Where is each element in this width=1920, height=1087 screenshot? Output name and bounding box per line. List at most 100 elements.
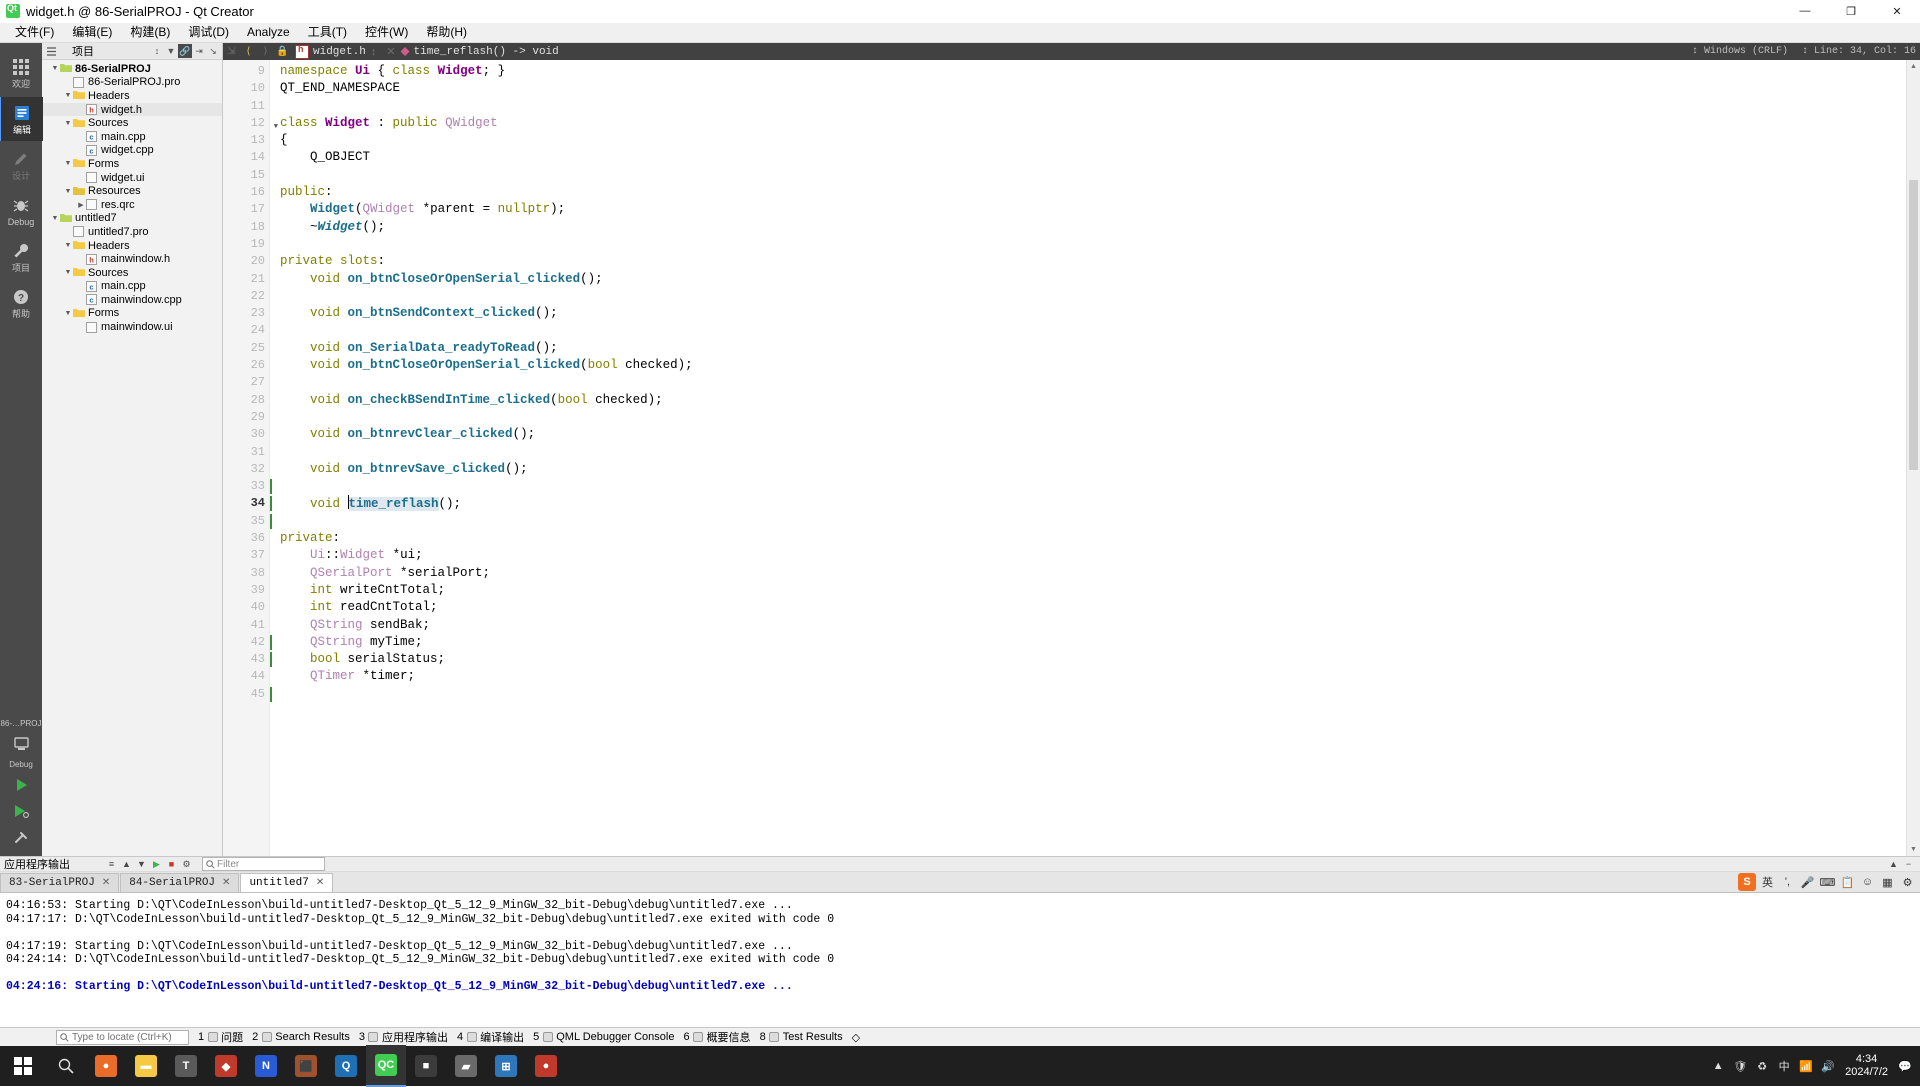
- sogou-logo-icon[interactable]: S: [1738, 873, 1756, 891]
- menu-window[interactable]: 控件(W): [356, 23, 417, 42]
- taskbar-pdf-icon[interactable]: ⬛: [286, 1046, 326, 1086]
- mode-帮助[interactable]: ? 帮助: [0, 281, 42, 325]
- filter-icon[interactable]: ▼: [164, 44, 178, 58]
- locator-input[interactable]: Type to locate (Ctrl+K): [56, 1029, 189, 1045]
- tree-item-Forms[interactable]: ▼ Forms: [42, 157, 222, 171]
- symbol-selector[interactable]: time_reflash() -> void: [400, 46, 559, 58]
- stop-icon[interactable]: ■: [164, 858, 179, 871]
- keyboard-icon[interactable]: ⌨: [1819, 874, 1836, 891]
- tree-item-Resources[interactable]: ▼ Resources: [42, 184, 222, 198]
- rerun-icon[interactable]: ▶: [149, 858, 164, 871]
- file-dropdown-icon[interactable]: ↕: [371, 46, 377, 58]
- cursor-position[interactable]: ↕ Line: 34, Col: 16: [1802, 46, 1916, 57]
- code-line[interactable]: void on_btnrevSave_clicked();: [280, 461, 1906, 478]
- network-icon[interactable]: 📶: [1795, 1046, 1817, 1086]
- code-line[interactable]: [280, 98, 1906, 115]
- notification-icon[interactable]: 💬: [1894, 1046, 1916, 1086]
- menu-help[interactable]: 帮助(H): [417, 23, 476, 42]
- code-line[interactable]: [280, 167, 1906, 184]
- code-line[interactable]: bool serialStatus;: [280, 651, 1906, 668]
- close-editor-icon[interactable]: ✕: [386, 45, 395, 58]
- tree-item-86-SerialPROJ[interactable]: ▼ 86-SerialPROJ: [42, 62, 222, 76]
- apps-icon[interactable]: ▦: [1879, 874, 1896, 891]
- sync-icon[interactable]: ♻: [1751, 1046, 1773, 1086]
- taskbar-netease-icon[interactable]: N: [246, 1046, 286, 1086]
- close-tab-icon[interactable]: ✕: [222, 877, 230, 889]
- chevron-down-icon[interactable]: ▼: [63, 188, 73, 195]
- taskbar-search-icon[interactable]: [46, 1046, 86, 1086]
- tree-item-mainwindow.ui[interactable]: · mainwindow.ui: [42, 320, 222, 334]
- tree-item-mainwindow.h[interactable]: ·h mainwindow.h: [42, 252, 222, 266]
- code-line[interactable]: void time_reflash();: [280, 495, 1906, 512]
- code-line[interactable]: [280, 478, 1906, 495]
- maximize-output-icon[interactable]: ▲: [1886, 858, 1901, 871]
- close-button[interactable]: ✕: [1874, 0, 1920, 22]
- code-line[interactable]: void on_btnCloseOrOpenSerial_clicked();: [280, 271, 1906, 288]
- taskbar-typora-icon[interactable]: T: [166, 1046, 206, 1086]
- emoji-icon[interactable]: ☺: [1859, 874, 1876, 891]
- chevron-down-icon[interactable]: ▼: [63, 92, 73, 99]
- clipboard-icon[interactable]: 📋: [1839, 874, 1856, 891]
- taskbar-firefox-icon[interactable]: ●: [86, 1046, 126, 1086]
- taskbar-vm-icon[interactable]: ▰: [446, 1046, 486, 1086]
- mode-编辑[interactable]: 编辑: [0, 97, 43, 141]
- mic-icon[interactable]: 🎤: [1799, 874, 1816, 891]
- collapse-icon[interactable]: ↘: [206, 44, 220, 58]
- tree-item-untitled7[interactable]: ▼ untitled7: [42, 212, 222, 226]
- tree-item-Headers[interactable]: ▼ Headers: [42, 239, 222, 253]
- chinese-mode-icon[interactable]: 英: [1759, 874, 1776, 891]
- code-line[interactable]: [280, 288, 1906, 305]
- scroll-up-icon[interactable]: ▲: [1907, 60, 1920, 73]
- output-tab-83-SerialPROJ[interactable]: 83-SerialPROJ ✕: [0, 873, 120, 892]
- forward-icon[interactable]: ⟩: [257, 43, 274, 60]
- scroll-down-icon[interactable]: ▼: [1907, 843, 1920, 856]
- sync-icon[interactable]: ⇥: [192, 44, 206, 58]
- tree-item-widget.cpp[interactable]: ·c widget.cpp: [42, 144, 222, 158]
- build-button[interactable]: [0, 824, 42, 850]
- code-line[interactable]: private:: [280, 530, 1906, 547]
- code-line[interactable]: [280, 374, 1906, 391]
- code-line[interactable]: void on_checkBSendInTime_clicked(bool ch…: [280, 392, 1906, 409]
- tree-item-main.cpp[interactable]: ·c main.cpp: [42, 130, 222, 144]
- status-item-Search Results[interactable]: 2 Search Results: [252, 1031, 350, 1043]
- tree-item-Forms[interactable]: ▼ Forms: [42, 307, 222, 321]
- console-output[interactable]: 04:16:53: Starting D:\QT\CodeInLesson\bu…: [0, 893, 1920, 1027]
- next-item-icon[interactable]: ▼: [134, 858, 149, 871]
- taskbar-file-explorer-icon[interactable]: ▬: [126, 1046, 166, 1086]
- code-line[interactable]: {: [280, 132, 1906, 149]
- tree-item-untitled7.pro[interactable]: · untitled7.pro: [42, 225, 222, 239]
- code-line[interactable]: int readCntTotal;: [280, 599, 1906, 616]
- code-line[interactable]: Widget(QWidget *parent = nullptr);: [280, 201, 1906, 218]
- menu-edit[interactable]: 编辑(E): [63, 23, 121, 42]
- maximize-button[interactable]: ❐: [1828, 0, 1874, 22]
- kit-selector[interactable]: 86-…PROJ: [0, 716, 42, 731]
- menu-debug[interactable]: 调试(D): [179, 23, 238, 42]
- taskbar-app-icon[interactable]: ●: [526, 1046, 566, 1086]
- sort-icon[interactable]: ↕: [150, 44, 164, 58]
- tree-item-main.cpp[interactable]: ·c main.cpp: [42, 280, 222, 294]
- chevron-down-icon[interactable]: ▼: [63, 269, 73, 276]
- code-line[interactable]: void on_btnSendContext_clicked();: [280, 305, 1906, 322]
- volume-icon[interactable]: 🔊: [1817, 1046, 1839, 1086]
- code-line[interactable]: int writeCntTotal;: [280, 582, 1906, 599]
- code-line[interactable]: QSerialPort *serialPort;: [280, 565, 1906, 582]
- code-line[interactable]: [280, 409, 1906, 426]
- status-item-问题[interactable]: 1 问题: [198, 1029, 243, 1045]
- project-view-selector-icon[interactable]: [44, 44, 58, 58]
- line-ending-selector[interactable]: ↕ Windows (CRLF): [1692, 46, 1788, 57]
- minimize-output-icon[interactable]: −: [1901, 858, 1916, 871]
- input-icon[interactable]: 中: [1773, 1046, 1795, 1086]
- run-debug-button[interactable]: [0, 798, 42, 824]
- status-item-概要信息[interactable]: 6 概要信息: [683, 1029, 750, 1045]
- menu-tools[interactable]: 工具(T): [299, 23, 356, 42]
- security-icon[interactable]: 🛡: [1729, 1046, 1751, 1086]
- status-item-Test Results[interactable]: 8 Test Results: [760, 1031, 843, 1043]
- code-line[interactable]: QString sendBak;: [280, 617, 1906, 634]
- menu-file[interactable]: 文件(F): [6, 23, 63, 42]
- run-button[interactable]: [0, 772, 42, 798]
- taskbar-cmd-icon[interactable]: ■: [406, 1046, 446, 1086]
- code-line[interactable]: QTimer *timer;: [280, 668, 1906, 685]
- chevron-down-icon[interactable]: ▼: [63, 242, 73, 249]
- taskbar-qt-designer-icon[interactable]: Q: [326, 1046, 366, 1086]
- close-tab-icon[interactable]: ✕: [102, 877, 110, 889]
